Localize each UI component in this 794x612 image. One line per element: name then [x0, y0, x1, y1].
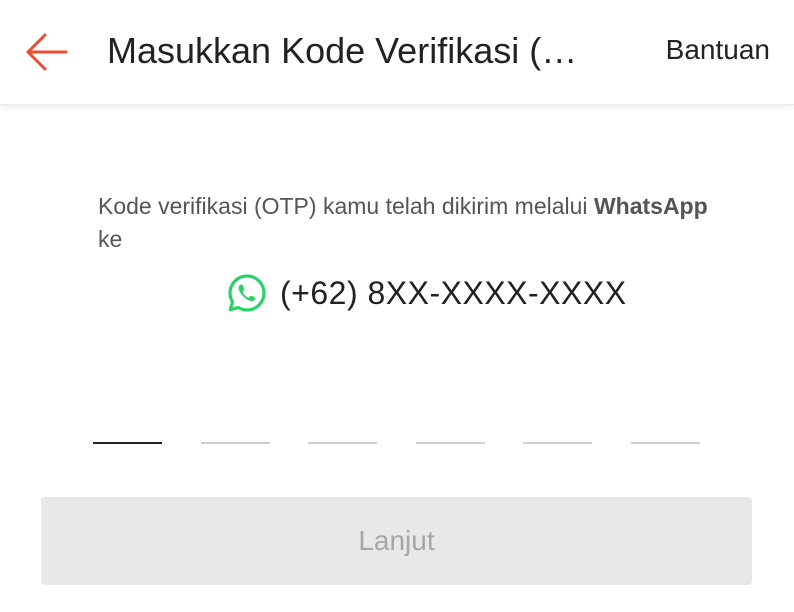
top-app-bar: Masukkan Kode Verifikasi (… Bantuan [0, 0, 794, 105]
message-suffix: ke [98, 226, 123, 252]
channel-name: WhatsApp [593, 193, 708, 219]
otp-input-group [93, 404, 700, 444]
otp-digit-4[interactable] [416, 404, 485, 444]
otp-sent-message: Kode verifikasi (OTP) kamu telah dikirim… [98, 190, 718, 256]
page-title: Masukkan Kode Verifikasi (… [107, 30, 578, 71]
otp-verification-page: Masukkan Kode Verifikasi (… Bantuan Kode… [0, 0, 794, 612]
whatsapp-icon [228, 274, 266, 312]
otp-digit-1[interactable] [93, 404, 162, 444]
recipient-row: (+62) 8XX-XXXX-XXXX [226, 272, 627, 314]
arrow-left-icon [26, 33, 68, 71]
back-button[interactable] [18, 28, 72, 76]
otp-digit-6[interactable] [631, 404, 700, 444]
otp-digit-3[interactable] [308, 404, 377, 444]
recipient-phone: (+62) 8XX-XXXX-XXXX [280, 274, 627, 311]
otp-digit-5[interactable] [523, 404, 592, 444]
otp-digit-2[interactable] [201, 404, 270, 444]
next-button[interactable]: Lanjut [41, 497, 752, 585]
help-link[interactable]: Bantuan [666, 32, 770, 68]
message-prefix: Kode verifikasi (OTP) kamu telah dikirim… [98, 193, 594, 219]
